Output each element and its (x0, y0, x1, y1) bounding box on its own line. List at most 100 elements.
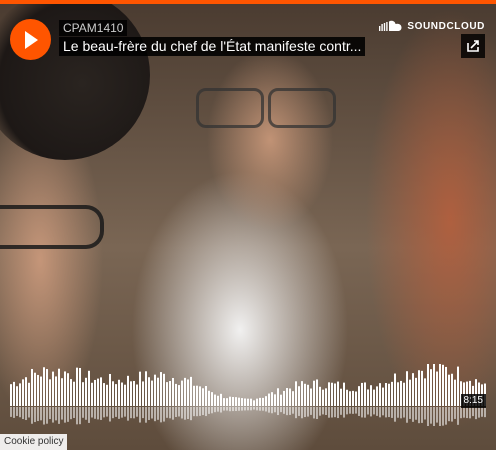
waveform-bar (400, 380, 402, 406)
waveform-bar-reflection (217, 407, 219, 412)
waveform-bar (451, 373, 453, 406)
waveform-bar-reflection (268, 407, 270, 413)
waveform-bar-reflection (370, 407, 372, 417)
waveform-bar-reflection (214, 407, 216, 413)
waveform-bar (454, 379, 456, 406)
waveform-bar (157, 377, 159, 406)
waveform-bar (421, 370, 423, 406)
username-link[interactable]: CPAM1410 (59, 20, 128, 36)
waveform-bar-reflection (274, 407, 276, 413)
waveform-bar (415, 377, 417, 406)
waveform[interactable] (10, 360, 488, 426)
waveform-bar-reflection (64, 407, 66, 423)
waveform-bar-reflection (208, 407, 210, 414)
waveform-bar-reflection (403, 407, 405, 418)
waveform-bar (76, 367, 78, 406)
waveform-bar (316, 379, 318, 406)
waveform-bar-reflection (463, 407, 465, 418)
waveform-bar (67, 373, 69, 406)
waveform-bar (295, 381, 297, 406)
waveform-bar-reflection (388, 407, 390, 418)
waveform-bar-reflection (202, 407, 204, 416)
waveform-bar-reflection (469, 407, 471, 419)
waveform-bar (82, 382, 84, 406)
waveform-bar-reflection (79, 407, 81, 425)
waveform-bar-reflection (322, 407, 324, 415)
waveform-bar (391, 381, 393, 406)
accent-top-bar (0, 0, 496, 4)
waveform-bar (142, 381, 144, 406)
waveform-bar (229, 396, 231, 406)
waveform-bar (46, 369, 48, 406)
waveform-bar-reflection (367, 407, 369, 415)
soundcloud-logo[interactable]: SOUNDCLOUD (379, 20, 485, 32)
waveform-bar-reflection (127, 407, 129, 421)
waveform-bar-reflection (325, 407, 327, 415)
waveform-bar (109, 373, 111, 406)
waveform-bar (106, 384, 108, 406)
waveform-bar-reflection (160, 407, 162, 423)
waveform-bar (214, 394, 216, 406)
waveform-bar-reflection (460, 407, 462, 419)
waveform-bar-reflection (10, 407, 12, 417)
waveform-bar-reflection (343, 407, 345, 418)
waveform-bar-reflection (148, 407, 150, 421)
waveform-bar (349, 391, 351, 406)
waveform-bar (49, 379, 51, 406)
waveform-bar-reflection (139, 407, 141, 423)
waveform-bar-reflection (364, 407, 366, 418)
waveform-bar-reflection (19, 407, 21, 418)
waveform-bar (346, 389, 348, 406)
waveform-bar (340, 388, 342, 406)
waveform-bar-reflection (190, 407, 192, 421)
waveform-bar (319, 386, 321, 406)
waveform-bar (136, 384, 138, 406)
waveform-bar-reflection (226, 407, 228, 411)
waveform-bar-reflection (313, 407, 315, 419)
waveform-bar-reflection (136, 407, 138, 417)
waveform-bar (394, 373, 396, 406)
waveform-bar (298, 386, 300, 406)
waveform-bar (37, 374, 39, 406)
waveform-bar (457, 366, 459, 406)
share-button[interactable] (461, 34, 485, 58)
waveform-bar (241, 398, 243, 406)
waveform-bar-reflection (61, 407, 63, 420)
waveform-bar-reflection (457, 407, 459, 425)
waveform-bar-reflection (409, 407, 411, 419)
waveform-bar-reflection (118, 407, 120, 419)
waveform-bar-reflection (472, 407, 474, 417)
waveform-bar (97, 378, 99, 406)
waveform-bar-reflection (352, 407, 354, 414)
waveform-bar-reflection (340, 407, 342, 415)
waveform-bar-reflection (415, 407, 417, 420)
waveform-bar (94, 379, 96, 406)
waveform-bar (187, 379, 189, 406)
waveform-bar (442, 364, 444, 406)
waveform-bar (301, 381, 303, 406)
waveform-bar (403, 382, 405, 406)
waveform-bar-reflection (334, 407, 336, 418)
waveform-bar-reflection (358, 407, 360, 416)
waveform-bar (172, 377, 174, 406)
waveform-bar (292, 391, 294, 406)
waveform-bar-reflection (43, 407, 45, 425)
waveform-bar (268, 393, 270, 406)
waveform-bar-reflection (232, 407, 234, 412)
waveform-bar (235, 397, 237, 406)
waveform-bar (163, 373, 165, 406)
waveform-bar-reflection (385, 407, 387, 418)
track-title-link[interactable]: Le beau-frère du chef de l'État manifest… (59, 37, 366, 56)
cookie-policy-link[interactable]: Cookie policy (0, 434, 68, 450)
waveform-bar-reflection (97, 407, 99, 420)
waveform-bar (64, 371, 66, 406)
waveform-bar-reflection (175, 407, 177, 417)
waveform-bar (277, 388, 279, 406)
waveform-bar (178, 385, 180, 406)
waveform-bar (352, 390, 354, 406)
play-button[interactable] (10, 19, 51, 60)
waveform-bar-reflection (382, 407, 384, 416)
waveform-bar (211, 392, 213, 406)
waveform-bar (265, 396, 267, 406)
waveform-bar (274, 394, 276, 406)
